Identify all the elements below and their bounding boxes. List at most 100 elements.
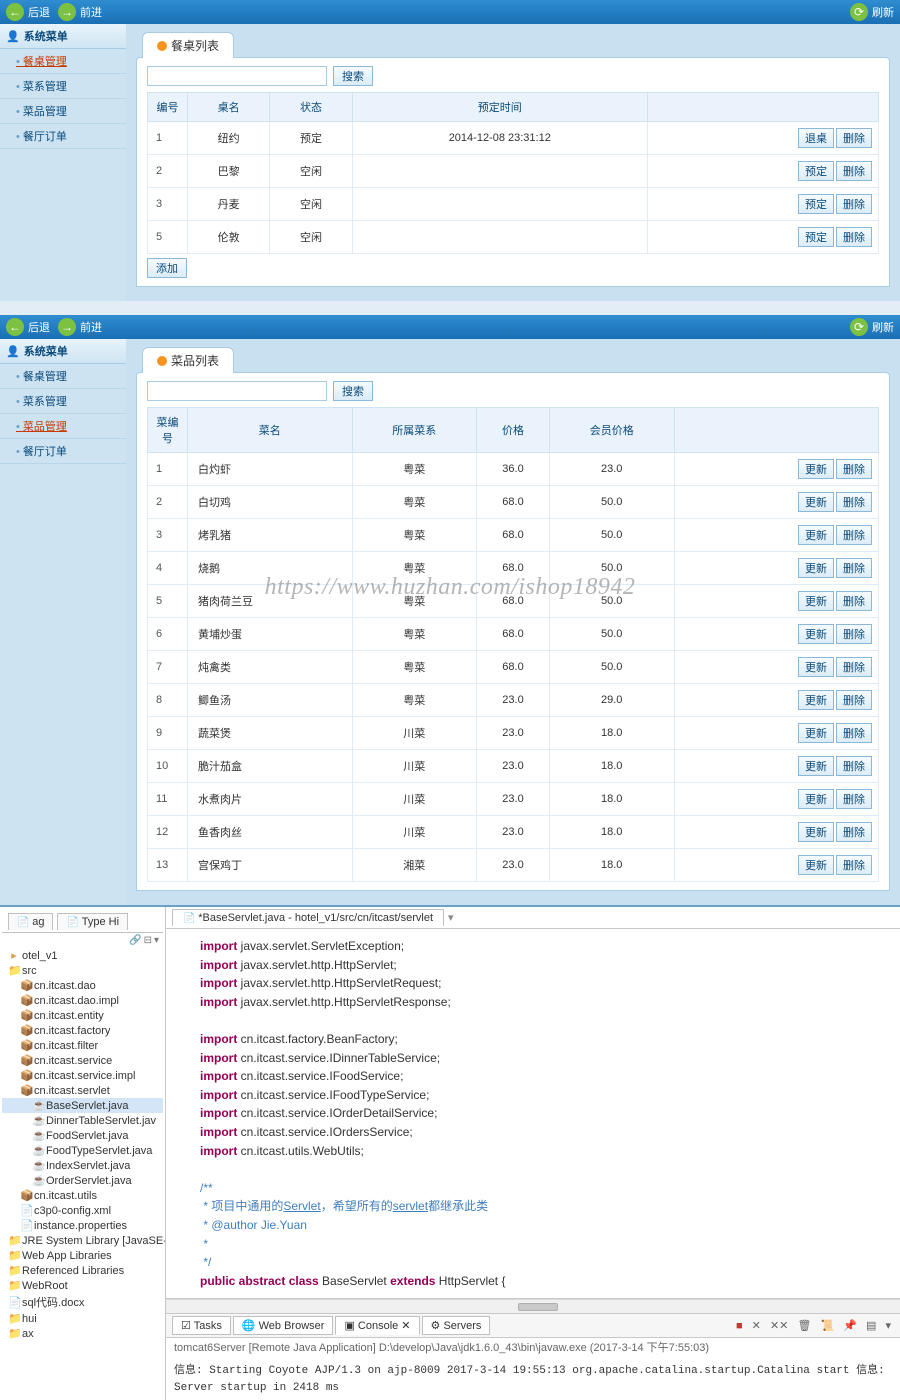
tab-menu-icon[interactable]: ▾: [448, 911, 454, 924]
update-button[interactable]: 更新: [798, 756, 834, 776]
terminate-icon[interactable]: ■: [733, 1320, 746, 1332]
update-button[interactable]: 更新: [798, 822, 834, 842]
view-tab[interactable]: Type Hi: [57, 913, 128, 930]
sidebar-item[interactable]: 餐桌管理: [0, 364, 126, 389]
action-button[interactable]: 预定: [798, 161, 834, 181]
update-button[interactable]: 更新: [798, 459, 834, 479]
search-button[interactable]: 搜索: [333, 381, 373, 401]
delete-button[interactable]: 删除: [836, 128, 872, 148]
update-button[interactable]: 更新: [798, 657, 834, 677]
tree-item[interactable]: 📁ax: [2, 1326, 163, 1341]
delete-button[interactable]: 删除: [836, 756, 872, 776]
update-button[interactable]: 更新: [798, 591, 834, 611]
update-button[interactable]: 更新: [798, 525, 834, 545]
editor-tab[interactable]: *BaseServlet.java - hotel_v1/src/cn/itca…: [172, 909, 444, 926]
search-input[interactable]: [147, 381, 327, 401]
h-scrollbar[interactable]: [166, 1299, 900, 1313]
display-icon[interactable]: ▤: [863, 1320, 879, 1332]
sidebar-item[interactable]: 餐厅订单: [0, 439, 126, 464]
fwd-label[interactable]: 前进: [80, 319, 102, 335]
servers-tab[interactable]: ⚙ Servers: [422, 1316, 491, 1335]
tree-item[interactable]: 📁JRE System Library [JavaSE-1: [2, 1233, 163, 1248]
delete-button[interactable]: 删除: [836, 525, 872, 545]
menu-icon[interactable]: ▾: [154, 935, 159, 946]
browser-tab[interactable]: 🌐 Web Browser: [233, 1316, 334, 1335]
tree-item[interactable]: 📄instance.properties: [2, 1218, 163, 1233]
tree-item[interactable]: ☕FoodTypeServlet.java: [2, 1143, 163, 1158]
scroll-lock-icon[interactable]: 📜: [817, 1320, 837, 1332]
tasks-tab[interactable]: ☑ Tasks: [172, 1316, 231, 1335]
action-button[interactable]: 预定: [798, 227, 834, 247]
sidebar-item[interactable]: 菜品管理: [0, 99, 126, 124]
tree-item[interactable]: 📦cn.itcast.dao: [2, 978, 163, 993]
back-label[interactable]: 后退: [28, 4, 50, 20]
fwd-label[interactable]: 前进: [80, 4, 102, 20]
console-tab[interactable]: ▣ Console ✕: [335, 1316, 419, 1335]
project-root[interactable]: ▸otel_v1: [2, 948, 163, 963]
delete-button[interactable]: 删除: [836, 161, 872, 181]
delete-button[interactable]: 删除: [836, 227, 872, 247]
update-button[interactable]: 更新: [798, 690, 834, 710]
tree-item[interactable]: 📁hui: [2, 1311, 163, 1326]
tree-item[interactable]: ☕BaseServlet.java: [2, 1098, 163, 1113]
delete-button[interactable]: 删除: [836, 723, 872, 743]
back-icon[interactable]: ←: [6, 3, 24, 21]
tree-item[interactable]: ☕IndexServlet.java: [2, 1158, 163, 1173]
tree-item[interactable]: 📦cn.itcast.service: [2, 1053, 163, 1068]
menu-icon[interactable]: ▾: [882, 1320, 894, 1332]
tree-item[interactable]: 📁Web App Libraries: [2, 1248, 163, 1263]
delete-button[interactable]: 删除: [836, 591, 872, 611]
update-button[interactable]: 更新: [798, 855, 834, 875]
tree-item[interactable]: ☕OrderServlet.java: [2, 1173, 163, 1188]
update-button[interactable]: 更新: [798, 558, 834, 578]
action-button[interactable]: 预定: [798, 194, 834, 214]
tree-item[interactable]: 📄c3p0-config.xml: [2, 1203, 163, 1218]
console-output[interactable]: 信息: Starting Coyote AJP/1.3 on ajp-8009 …: [166, 1359, 900, 1400]
update-button[interactable]: 更新: [798, 492, 834, 512]
delete-button[interactable]: 删除: [836, 657, 872, 677]
back-label[interactable]: 后退: [28, 319, 50, 335]
sidebar-item[interactable]: 餐厅订单: [0, 124, 126, 149]
refresh-icon[interactable]: ⟳: [850, 318, 868, 336]
sidebar-item[interactable]: 菜系管理: [0, 389, 126, 414]
sidebar-item[interactable]: 菜系管理: [0, 74, 126, 99]
update-button[interactable]: 更新: [798, 789, 834, 809]
tree-item[interactable]: 📄sql代码.docx: [2, 1293, 163, 1311]
clear-icon[interactable]: 🗑: [794, 1320, 814, 1332]
tree-item[interactable]: 📦cn.itcast.utils: [2, 1188, 163, 1203]
tree-item[interactable]: ☕FoodServlet.java: [2, 1128, 163, 1143]
action-button[interactable]: 退桌: [798, 128, 834, 148]
code-area[interactable]: import javax.servlet.ServletException; i…: [166, 929, 900, 1299]
tree-item[interactable]: 📦cn.itcast.factory: [2, 1023, 163, 1038]
tree-item[interactable]: 📁WebRoot: [2, 1278, 163, 1293]
delete-button[interactable]: 删除: [836, 690, 872, 710]
tree-item[interactable]: 📦cn.itcast.service.impl: [2, 1068, 163, 1083]
tree-item[interactable]: 📁src: [2, 963, 163, 978]
refresh-icon[interactable]: ⟳: [850, 3, 868, 21]
tree-item[interactable]: 📦cn.itcast.dao.impl: [2, 993, 163, 1008]
update-button[interactable]: 更新: [798, 624, 834, 644]
delete-button[interactable]: 删除: [836, 492, 872, 512]
delete-button[interactable]: 删除: [836, 855, 872, 875]
search-button[interactable]: 搜索: [333, 66, 373, 86]
tree-item[interactable]: 📦cn.itcast.entity: [2, 1008, 163, 1023]
update-button[interactable]: 更新: [798, 723, 834, 743]
tree-item[interactable]: 📦cn.itcast.filter: [2, 1038, 163, 1053]
view-tab[interactable]: ag: [8, 913, 53, 930]
collapse-icon[interactable]: ⊟: [144, 935, 152, 946]
add-button[interactable]: 添加: [147, 258, 187, 278]
back-icon[interactable]: ←: [6, 318, 24, 336]
delete-button[interactable]: 删除: [836, 558, 872, 578]
sidebar-item[interactable]: 菜品管理: [0, 414, 126, 439]
delete-button[interactable]: 删除: [836, 789, 872, 809]
pin-icon[interactable]: 📌: [840, 1320, 860, 1332]
fwd-icon[interactable]: →: [58, 3, 76, 21]
refresh-label[interactable]: 刷新: [872, 319, 894, 335]
tree-item[interactable]: 📁Referenced Libraries: [2, 1263, 163, 1278]
remove-icon[interactable]: ✕: [749, 1320, 764, 1332]
sidebar-item[interactable]: 餐桌管理: [0, 49, 126, 74]
link-icon[interactable]: 🔗: [129, 935, 141, 946]
delete-button[interactable]: 删除: [836, 194, 872, 214]
refresh-label[interactable]: 刷新: [872, 4, 894, 20]
fwd-icon[interactable]: →: [58, 318, 76, 336]
